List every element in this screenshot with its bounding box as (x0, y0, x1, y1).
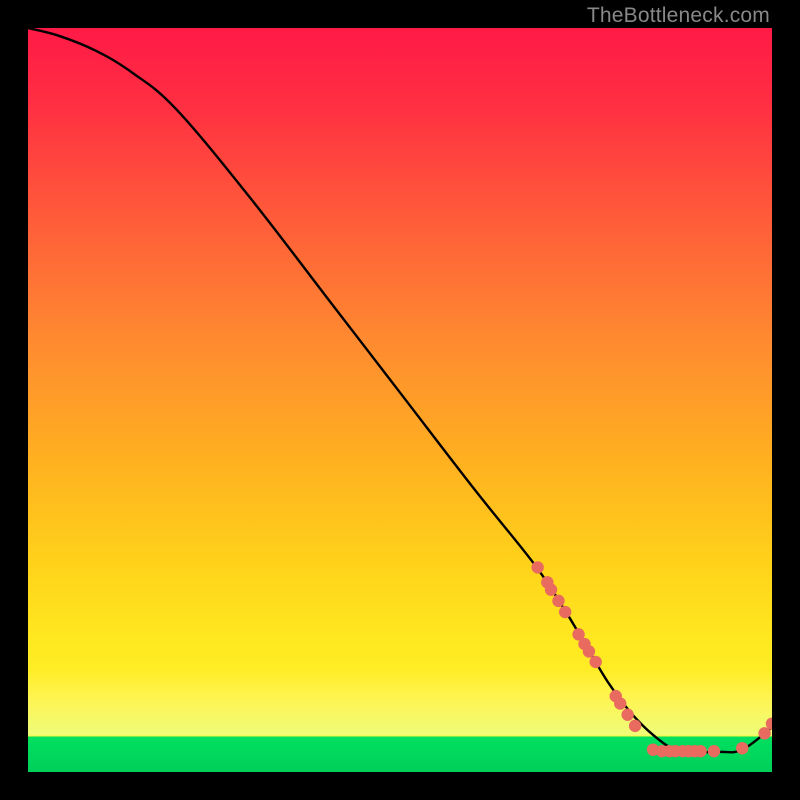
marker-group (531, 561, 772, 757)
data-marker (589, 656, 601, 668)
data-marker (708, 745, 720, 757)
data-marker (559, 606, 571, 618)
data-marker (621, 709, 633, 721)
watermark-text: TheBottleneck.com (587, 4, 770, 28)
bottleneck-curve (28, 28, 772, 752)
plot-wrap (28, 28, 772, 772)
data-marker (736, 742, 748, 754)
data-marker (545, 584, 557, 596)
data-marker (614, 697, 626, 709)
data-marker (629, 720, 641, 732)
data-marker (694, 745, 706, 757)
chart-frame: TheBottleneck.com (0, 0, 800, 800)
data-marker (531, 561, 543, 573)
curve-layer (28, 28, 772, 772)
data-marker (552, 595, 564, 607)
data-marker (583, 645, 595, 657)
